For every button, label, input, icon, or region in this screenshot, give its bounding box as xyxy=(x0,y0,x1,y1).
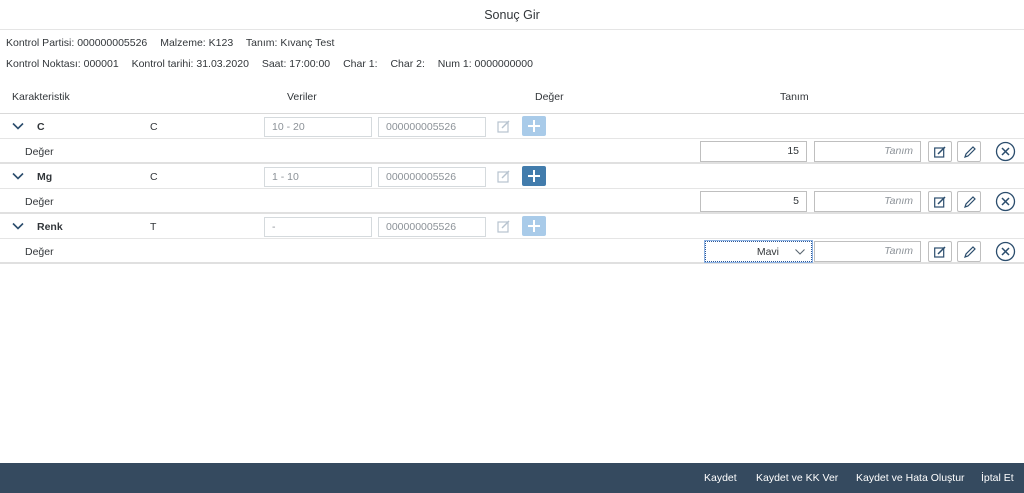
column-header-veriler: Veriler xyxy=(287,91,317,103)
page-title: Sonuç Gir xyxy=(0,0,1024,30)
kontrol-partisi: Kontrol Partisi: 000000005526 xyxy=(6,37,148,49)
tanim-info: Tanım: Kıvanç Test xyxy=(245,37,335,49)
value-row-c: Değer 15 Tanım xyxy=(0,139,1024,164)
characteristic-row-renk[interactable]: Renk T - 000000005526 xyxy=(0,214,1024,239)
value-row-renk: Değer Mavi Tanım xyxy=(0,239,1024,264)
value-select[interactable]: Mavi xyxy=(704,240,813,263)
pencil-icon xyxy=(964,246,976,258)
footer-toolbar: Kaydet Kaydet ve KK Ver Kaydet ve Hata O… xyxy=(0,463,1024,493)
char-1: Char 1: xyxy=(343,58,378,70)
characteristic-type: C xyxy=(150,121,158,133)
edit-icon xyxy=(497,169,511,183)
value-label: Değer xyxy=(25,246,54,258)
num-1: Num 1: 0000000000 xyxy=(437,58,533,70)
kontrol-noktasi: Kontrol Noktası: 000001 xyxy=(6,58,119,70)
tanim-input[interactable]: Tanım xyxy=(814,241,921,262)
info-line-2: Kontrol Noktası: 000001 Kontrol tarihi: … xyxy=(6,58,543,70)
characteristic-row-c[interactable]: C C 10 - 20 000000005526 xyxy=(0,114,1024,139)
characteristic-type: C xyxy=(150,171,158,183)
edit-icon xyxy=(934,246,946,258)
lot-field: 000000005526 xyxy=(378,217,486,237)
range-field: - xyxy=(264,217,372,237)
chevron-down-icon[interactable] xyxy=(12,220,24,232)
iptal-et-button[interactable]: İptal Et xyxy=(981,472,1014,484)
tanim-input[interactable]: Tanım xyxy=(814,191,921,212)
pencil-button[interactable] xyxy=(957,141,981,162)
edit-button[interactable] xyxy=(928,141,952,162)
column-header-karakteristik: Karakteristik xyxy=(12,91,70,103)
lot-field: 000000005526 xyxy=(378,117,486,137)
characteristic-name: Renk xyxy=(37,221,63,233)
chevron-down-icon[interactable] xyxy=(12,170,24,182)
edit-icon xyxy=(497,219,511,233)
kaydet-ve-hata-olustur-button[interactable]: Kaydet ve Hata Oluştur xyxy=(856,472,965,484)
edit-button[interactable] xyxy=(928,191,952,212)
pencil-button[interactable] xyxy=(957,241,981,262)
value-row-mg: Değer 5 Tanım xyxy=(0,189,1024,214)
range-field: 10 - 20 xyxy=(264,117,372,137)
saat: Saat: 17:00:00 xyxy=(261,58,331,70)
char-2: Char 2: xyxy=(390,58,425,70)
characteristic-name: C xyxy=(37,121,45,133)
dropdown-arrow-icon xyxy=(795,249,805,255)
value-label: Değer xyxy=(25,146,54,158)
value-input[interactable]: 5 xyxy=(700,191,807,212)
malzeme: Malzeme: K123 xyxy=(160,37,234,49)
column-header-tanim: Tanım xyxy=(780,91,809,103)
pencil-icon xyxy=(964,196,976,208)
info-line-1: Kontrol Partisi: 000000005526 Malzeme: K… xyxy=(6,37,344,49)
edit-icon xyxy=(934,146,946,158)
lot-field: 000000005526 xyxy=(378,167,486,187)
characteristic-name: Mg xyxy=(37,171,53,183)
edit-button[interactable] xyxy=(928,241,952,262)
close-circle-icon[interactable] xyxy=(995,141,1016,162)
value-label: Değer xyxy=(25,196,54,208)
edit-icon xyxy=(497,119,511,133)
characteristic-type: T xyxy=(150,221,157,233)
edit-icon xyxy=(934,196,946,208)
add-button[interactable] xyxy=(522,116,546,136)
value-select-text: Mavi xyxy=(756,246,779,258)
kaydet-button[interactable]: Kaydet xyxy=(704,472,737,484)
tanim-input[interactable]: Tanım xyxy=(814,141,921,162)
range-field: 1 - 10 xyxy=(264,167,372,187)
characteristic-row-mg[interactable]: Mg C 1 - 10 000000005526 xyxy=(0,164,1024,189)
column-header-deger: Değer xyxy=(535,91,564,103)
pencil-button[interactable] xyxy=(957,191,981,212)
value-input[interactable]: 15 xyxy=(700,141,807,162)
close-circle-icon[interactable] xyxy=(995,191,1016,212)
add-button[interactable] xyxy=(522,216,546,236)
kaydet-ve-kk-ver-button[interactable]: Kaydet ve KK Ver xyxy=(756,472,838,484)
close-circle-icon[interactable] xyxy=(995,241,1016,262)
chevron-down-icon[interactable] xyxy=(12,120,24,132)
add-button[interactable] xyxy=(522,166,546,186)
pencil-icon xyxy=(964,146,976,158)
kontrol-tarihi: Kontrol tarihi: 31.03.2020 xyxy=(131,58,249,70)
